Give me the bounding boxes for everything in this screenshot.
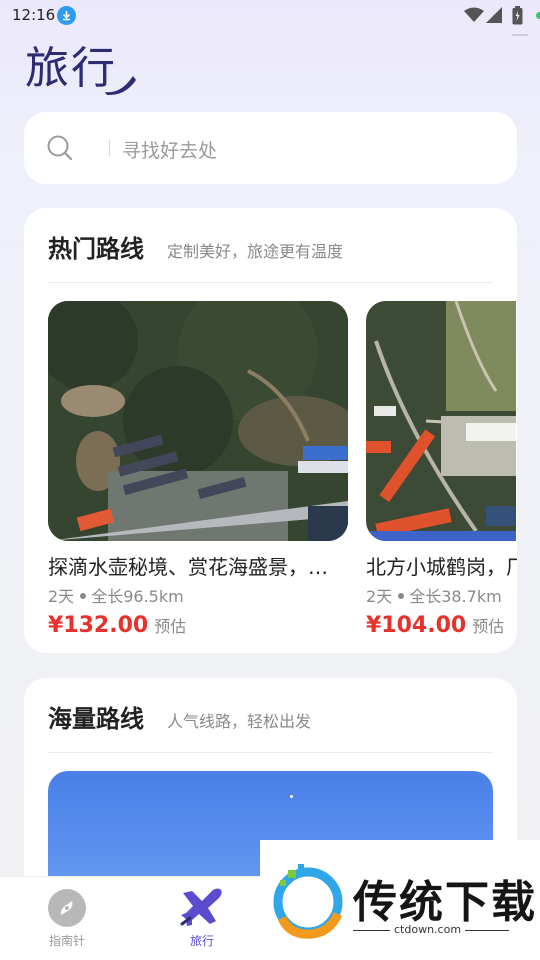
watermark-url: ctdown.com: [390, 923, 466, 936]
mass-routes-subtitle: 人气线路，轻松出发: [167, 712, 312, 731]
status-dash: [512, 34, 528, 36]
status-bar: 12:16: [0, 0, 540, 32]
watermark: 传统下载 ctdown.com: [260, 840, 540, 960]
route-days: 2天: [48, 587, 75, 606]
tab-label: 旅行: [189, 934, 214, 948]
mass-routes-title: 海量路线: [48, 705, 144, 733]
route-card[interactable]: 探滴水壶秘境、赏花海盛景，… 2天 全长96.5km ¥132.00 预估: [48, 301, 348, 638]
signal-icon: [486, 7, 502, 27]
watermark-text: 传统下载: [353, 877, 537, 928]
tab-label: 指南针: [48, 934, 85, 948]
hot-routes-card: 热门路线 定制美好，旅途更有温度 探滴水壶秘境、赏花海盛景，… 2天 全长96.…: [24, 208, 517, 653]
search-icon: [47, 135, 73, 161]
route-days: 2天: [366, 587, 393, 606]
dot-separator: [80, 593, 87, 599]
search-separator: [109, 140, 110, 156]
divider: [48, 752, 493, 753]
tab-travel[interactable]: 旅行: [152, 877, 252, 960]
route-meta: 2天 全长38.7km: [366, 583, 517, 607]
route-length: 全长96.5km: [91, 587, 184, 606]
route-meta: 2天 全长96.5km: [48, 583, 348, 607]
download-icon: [57, 6, 76, 25]
route-price-row: ¥104.00 预估: [366, 613, 517, 638]
sky-dot: [290, 795, 293, 798]
search-input[interactable]: 寻找好去处: [122, 136, 217, 163]
notification-dot-icon: [536, 12, 540, 19]
status-time: 12:16: [12, 6, 56, 24]
route-length: 全长38.7km: [409, 587, 502, 606]
wifi-icon: [464, 7, 484, 27]
route-image[interactable]: [48, 301, 348, 541]
route-card[interactable]: 北方小城鹤岗，厂 2天 全长38.7km ¥104.00 预估: [366, 301, 517, 638]
battery-icon: [512, 6, 523, 29]
plane-icon: [180, 888, 222, 926]
watermark-logo-icon: [273, 864, 343, 939]
route-name: 探滴水壶秘境、赏花海盛景，…: [48, 555, 328, 579]
tab-compass[interactable]: 指南针: [17, 877, 117, 960]
title-swoosh-icon: [105, 76, 136, 96]
route-price: ¥132.00: [48, 613, 149, 638]
route-name: 北方小城鹤岗，厂: [366, 555, 517, 579]
divider: [48, 282, 493, 283]
dot-separator: [398, 593, 405, 599]
route-image[interactable]: [366, 301, 516, 541]
route-estimate: 预估: [154, 617, 187, 636]
compass-icon: [48, 889, 86, 927]
hot-routes-title: 热门路线: [48, 235, 144, 263]
route-price: ¥104.00: [366, 613, 467, 638]
search-bar[interactable]: 寻找好去处: [24, 112, 517, 184]
hot-routes-subtitle: 定制美好，旅途更有温度: [167, 242, 344, 261]
route-price-row: ¥132.00 预估: [48, 613, 348, 638]
route-estimate: 预估: [472, 617, 505, 636]
